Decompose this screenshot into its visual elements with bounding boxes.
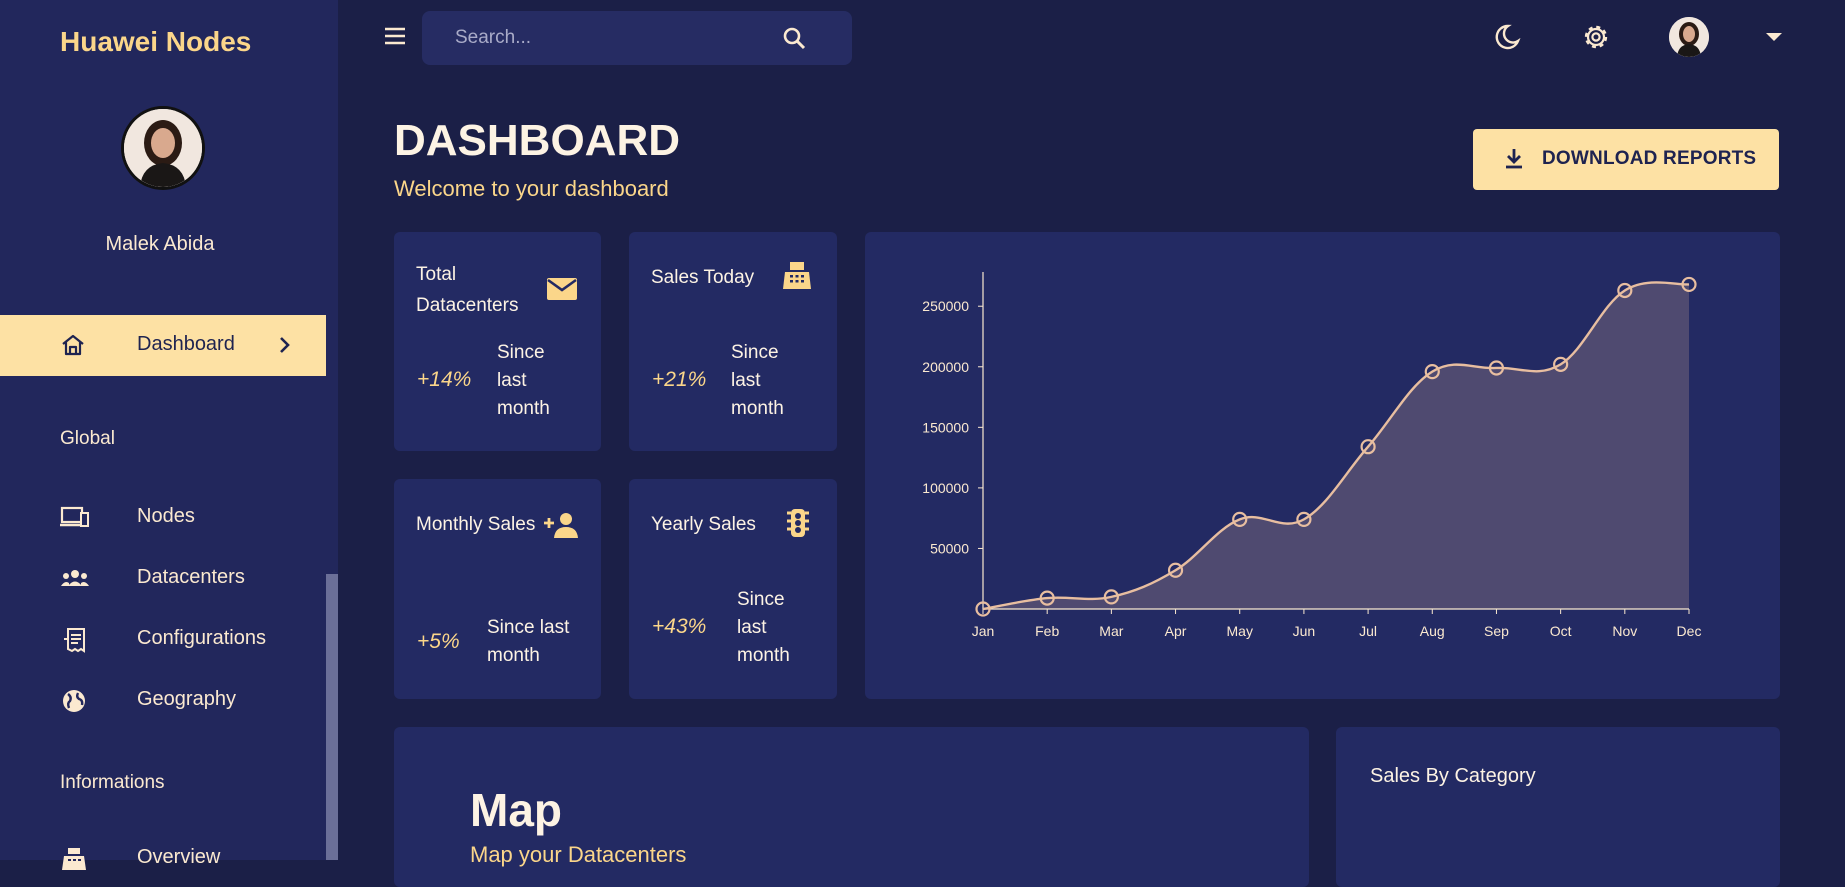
person-add-icon (543, 511, 579, 544)
stat-since-line: last (737, 617, 767, 638)
groups-icon (60, 566, 90, 595)
sidebar-item-overview[interactable]: Overview (0, 838, 326, 878)
sidebar-item-datacenters[interactable]: Datacenters (0, 558, 326, 598)
chart-x-tick-label: Nov (1612, 623, 1637, 639)
sidebar-item-label: Overview (137, 846, 221, 868)
receipt-icon (60, 627, 90, 658)
stat-since-line: Since (497, 342, 545, 363)
chart-x-tick-label: Jul (1359, 623, 1377, 639)
sidebar-item-label: Configurations (137, 627, 266, 649)
stat-since-line: month (487, 645, 540, 666)
stat-card-sales-today: Sales Today +21% Since last month (629, 232, 837, 451)
stat-since-line: month (737, 645, 790, 666)
chart-area-fill (983, 282, 1689, 609)
sidebar-scrollbar-thumb[interactable] (326, 574, 338, 860)
chart-x-tick-label: Aug (1420, 623, 1445, 639)
stat-title-line: Datacenters (416, 295, 519, 316)
download-icon (1503, 147, 1525, 174)
chart-y-tick-label: 100000 (922, 480, 969, 496)
stat-percentage: +43% (652, 615, 707, 638)
devices-icon (60, 505, 90, 534)
sales-line-chart-card: 50000 100000 150000 200000 250000 Jan Feb Mar Ap… (865, 232, 1780, 699)
chart-x-tick-label: Feb (1035, 623, 1059, 639)
map-title: Map (470, 784, 562, 836)
section-title-global: Global (60, 428, 115, 449)
gear-icon[interactable] (1581, 22, 1611, 57)
search-input[interactable]: Search... (455, 27, 531, 49)
sidebar-item-label: Dashboard (137, 333, 235, 355)
stat-since-line: month (731, 398, 784, 419)
chart-y-tick-label: 50000 (930, 540, 969, 556)
sidebar-item-configurations[interactable]: Configurations (0, 619, 326, 659)
moon-icon[interactable] (1493, 22, 1521, 57)
download-reports-button[interactable]: DOWNLOAD REPORTS (1473, 129, 1779, 190)
stat-card-yearly-sales: Yearly Sales +43% Since last month (629, 479, 837, 699)
stat-title: Monthly Sales (416, 514, 536, 535)
stat-since-line: month (497, 398, 550, 419)
menu-icon[interactable] (383, 26, 407, 51)
stat-title: Total Datacenters (416, 259, 518, 321)
stat-since-line: Since (737, 589, 785, 610)
sidebar-item-label: Nodes (137, 505, 195, 527)
sidebar-item-label: Datacenters (137, 566, 245, 588)
sidebar: Huawei Nodes Malek Abida Dashboard Globa… (0, 0, 338, 870)
chart-x-tick-label: Sep (1484, 623, 1509, 639)
fax-icon (60, 846, 88, 877)
sidebar-item-geography[interactable]: Geography (0, 680, 326, 720)
avatar[interactable] (1669, 17, 1709, 57)
globe-icon (60, 688, 88, 719)
brand-title: Huawei Nodes (60, 26, 252, 57)
stat-since: Since last month (731, 339, 784, 423)
search-icon[interactable] (782, 26, 806, 55)
profile-avatar[interactable] (121, 106, 205, 190)
sales-by-category-title: Sales By Category (1370, 765, 1536, 787)
chart-x-tick-label: Dec (1677, 623, 1702, 639)
chart-x-tick-label: Jun (1293, 623, 1316, 639)
chart-x-tick-label: Oct (1550, 623, 1572, 639)
stat-card-total-datacenters: Total Datacenters +14% Since last month (394, 232, 601, 451)
search-bar[interactable]: Search... (422, 11, 852, 65)
chart-x-tick-label: Apr (1165, 623, 1187, 639)
chevron-right-icon (278, 335, 292, 360)
chart-y-tick-label: 150000 (922, 419, 969, 435)
avatar-image (124, 109, 202, 187)
stat-title: Yearly Sales (651, 514, 756, 535)
stat-since-line: Since last (487, 617, 570, 638)
sidebar-item-label: Geography (137, 688, 236, 710)
sidebar-item-nodes[interactable]: Nodes (0, 497, 326, 537)
stat-card-monthly-sales: Monthly Sales +5% Since last month (394, 479, 601, 699)
stat-percentage: +5% (417, 630, 460, 653)
stat-since: Since last month (737, 586, 790, 670)
mail-icon (546, 276, 578, 307)
user-name: Malek Abida (105, 233, 215, 255)
sales-line-chart: 50000 100000 150000 200000 250000 Jan Feb Mar Ap… (922, 272, 1702, 639)
chart-x-tick-label: Mar (1099, 623, 1123, 639)
sidebar-item-dashboard[interactable]: Dashboard (0, 315, 326, 376)
page-subtitle: Welcome to your dashboard (394, 176, 669, 201)
stat-since: Since last month (497, 339, 550, 423)
map-card: Map Map your Datacenters (394, 727, 1309, 887)
chart-y-tick-label: 200000 (922, 359, 969, 375)
stat-since-line: last (497, 370, 527, 391)
stat-title-line: Total (416, 264, 457, 285)
traffic-light-icon (785, 507, 811, 544)
stat-title: Sales Today (651, 267, 755, 288)
fax-icon (781, 260, 813, 297)
stat-since: Since last month (487, 614, 569, 670)
stat-since-line: last (731, 370, 761, 391)
page-title: DASHBOARD (394, 116, 680, 165)
map-subtitle: Map your Datacenters (470, 842, 687, 867)
section-title-informations: Informations (60, 772, 165, 793)
stat-percentage: +14% (417, 368, 472, 391)
caret-down-icon[interactable] (1766, 33, 1782, 41)
stat-since-line: Since (731, 342, 779, 363)
home-icon (60, 333, 86, 362)
download-reports-label: DOWNLOAD REPORTS (1542, 148, 1757, 169)
stat-percentage: +21% (652, 368, 707, 391)
sales-by-category-card: Sales By Category (1336, 727, 1780, 887)
chart-x-tick-label: May (1227, 623, 1253, 639)
chart-y-tick-label: 250000 (922, 298, 969, 314)
chart-x-tick-label: Jan (972, 623, 995, 639)
